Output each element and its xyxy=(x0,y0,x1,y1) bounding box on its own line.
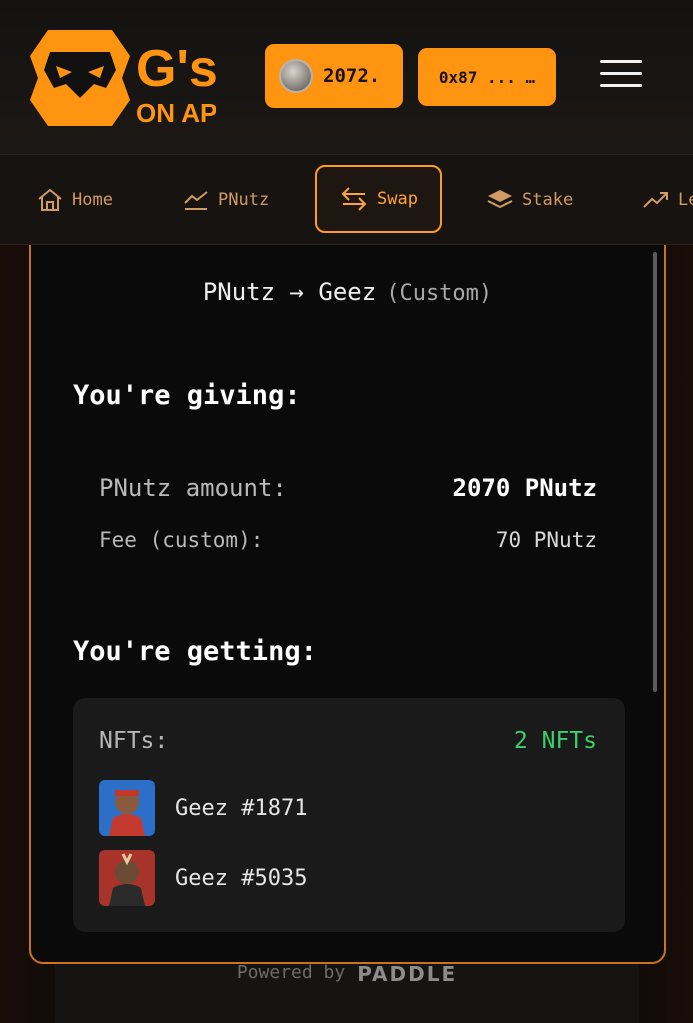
app-logo[interactable]: G's ON APE xyxy=(26,26,235,130)
nft-name: Geez #1871 xyxy=(175,795,308,821)
balance-button[interactable]: 2072. xyxy=(265,44,403,108)
nfts-count: 2 NFTs xyxy=(513,728,597,754)
nfts-label: NFTs: xyxy=(99,728,169,754)
nft-item[interactable]: Geez #1871 xyxy=(99,780,307,836)
hamburger-menu-icon[interactable] xyxy=(600,60,646,94)
chart-icon xyxy=(184,191,208,210)
swap-arrows-icon xyxy=(341,187,367,211)
nft-count-row: NFTs: 2 NFTs xyxy=(99,728,597,754)
amount-value: 2070 PNutz xyxy=(452,474,598,502)
wallet-button[interactable]: 0x87 ... … xyxy=(418,48,556,106)
getting-heading: You're getting: xyxy=(73,636,317,667)
tab-stake-label: Stake xyxy=(522,190,574,210)
layers-icon xyxy=(487,190,513,209)
powered-by-text: Powered by xyxy=(236,962,346,983)
tab-leaderboard-label: Le xyxy=(678,190,693,210)
svg-text:G's: G's xyxy=(136,40,216,98)
fee-label: Fee (custom): xyxy=(99,528,264,552)
paddle-logo[interactable]: PADDLE xyxy=(357,962,457,986)
tab-stake[interactable]: Stake xyxy=(486,155,574,244)
trend-up-icon xyxy=(643,192,668,208)
balance-value: 2072. xyxy=(323,65,381,87)
nft-thumbnail xyxy=(99,850,155,906)
swap-mode: (Custom) xyxy=(386,281,493,306)
swap-pair: PNutz → Geez xyxy=(202,278,377,306)
amount-label: PNutz amount: xyxy=(99,474,287,502)
nft-thumbnail xyxy=(99,780,155,836)
swap-direction-title: PNutz → Geez (Custom) xyxy=(31,278,664,306)
nft-item[interactable]: Geez #5035 xyxy=(99,850,307,906)
home-icon xyxy=(38,188,62,211)
coin-icon xyxy=(279,59,313,93)
fee-row: Fee (custom): 70 PNutz xyxy=(99,528,597,552)
wallet-address: 0x87 ... … xyxy=(438,67,536,87)
swap-summary-card: PNutz → Geez (Custom) You're giving: PNut… xyxy=(29,210,666,964)
tab-swap[interactable]: Swap xyxy=(315,165,442,233)
nft-name: Geez #5035 xyxy=(175,865,308,891)
tab-leaderboard[interactable]: Le xyxy=(642,155,693,244)
fee-value: 70 PNutz xyxy=(495,528,597,552)
tab-swap-label: Swap xyxy=(377,189,418,209)
tab-pnutz-label: PNutz xyxy=(218,190,270,210)
scrollbar[interactable] xyxy=(653,252,657,692)
nav-bar: Home PNutz Swap Stake Le xyxy=(0,155,693,245)
tab-pnutz[interactable]: PNutz xyxy=(182,155,270,244)
svg-text:ON APE: ON APE xyxy=(136,98,216,128)
top-bar: G's ON APE 2072. 0x87 ... … xyxy=(0,0,693,155)
amount-row: PNutz amount: 2070 PNutz xyxy=(99,474,597,502)
tab-home[interactable]: Home xyxy=(36,155,113,244)
nft-list-box: NFTs: 2 NFTs Geez #1871 Geez #5035 xyxy=(73,698,625,932)
giving-heading: You're giving: xyxy=(73,380,301,411)
tab-home-label: Home xyxy=(72,190,113,210)
